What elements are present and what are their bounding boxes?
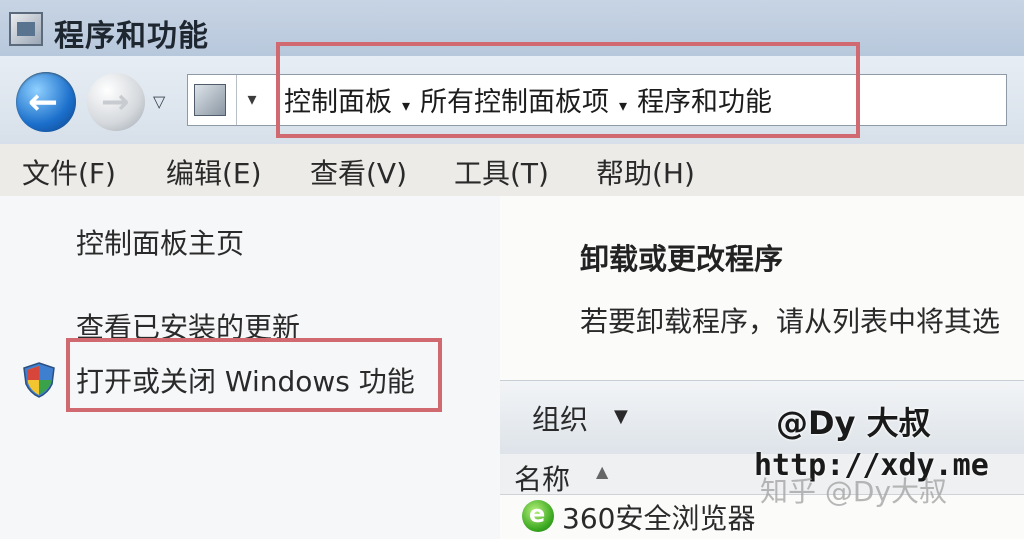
forward-arrow-icon: → [101, 82, 130, 122]
control-panel-home-link[interactable]: 控制面板主页 [76, 222, 244, 262]
address-dropdown-icon[interactable]: ▾ [236, 75, 267, 125]
menu-help[interactable]: 帮助(H) [596, 152, 695, 192]
forward-button[interactable]: → [87, 73, 145, 131]
organize-dropdown-icon[interactable]: ▼ [614, 406, 628, 427]
back-button[interactable]: ← [16, 72, 76, 132]
menu-edit[interactable]: 编辑(E) [166, 152, 262, 192]
column-header-name[interactable]: 名称 [514, 458, 570, 498]
browser-360-icon-glyph: e [529, 500, 546, 528]
page-description: 若要卸载程序，请从列表中将其选 [580, 305, 1001, 338]
address-highlight-box [276, 42, 860, 138]
history-dropdown-icon[interactable]: ▽ [153, 92, 165, 111]
menu-bar: 文件(F) 编辑(E) 查看(V) 工具(T) 帮助(H) [0, 144, 1024, 197]
menu-view[interactable]: 查看(V) [310, 152, 407, 192]
control-panel-icon [194, 84, 226, 116]
window-title: 程序和功能 [54, 19, 209, 54]
windows-features-highlight-box [66, 338, 442, 412]
back-arrow-icon: ← [28, 82, 59, 123]
control-panel-icon [9, 12, 43, 46]
platform-watermark: 知乎 @Dy大叔 [760, 475, 948, 508]
sort-ascending-icon: ▲ [596, 462, 609, 481]
page-title: 卸载或更改程序 [580, 242, 784, 276]
list-item[interactable]: 360安全浏览器 [562, 497, 755, 537]
browser-360-icon: e [522, 500, 554, 532]
shield-icon [23, 362, 55, 398]
menu-tools[interactable]: 工具(T) [454, 152, 549, 192]
organize-button[interactable]: 组织 [532, 398, 588, 438]
author-watermark: @Dy 大叔 [776, 404, 931, 442]
menu-file[interactable]: 文件(F) [22, 152, 116, 192]
